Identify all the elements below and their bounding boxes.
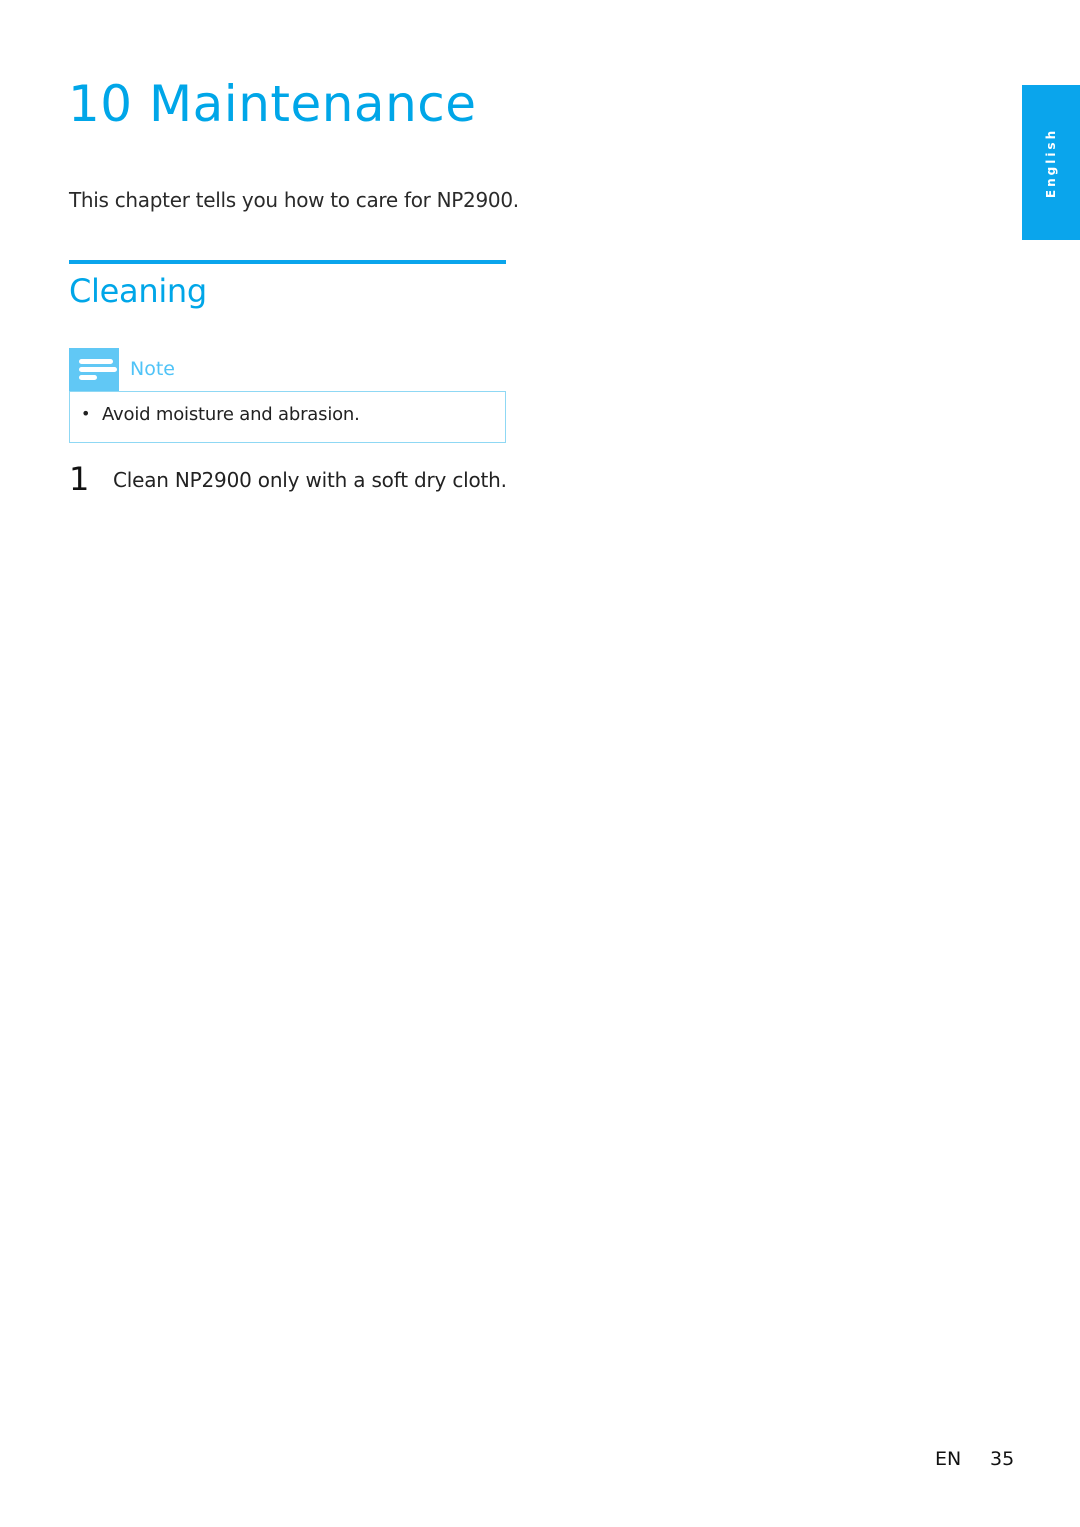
- step-number: 1: [69, 460, 90, 498]
- bullet-icon: •: [81, 404, 91, 423]
- language-tab: English: [1022, 85, 1080, 240]
- chapter-title: 10 Maintenance: [68, 75, 477, 133]
- note-body: • Avoid moisture and abrasion.: [69, 391, 506, 443]
- note-lines-icon: [69, 348, 119, 391]
- language-tab-label: English: [1044, 127, 1058, 198]
- note-item: Avoid moisture and abrasion.: [102, 404, 360, 425]
- chapter-intro: This chapter tells you how to care for N…: [69, 188, 519, 212]
- note-header: Note: [69, 348, 506, 391]
- section-divider: [69, 260, 506, 264]
- step-text: Clean NP2900 only with a soft dry cloth.: [113, 468, 507, 492]
- note-box: Note • Avoid moisture and abrasion.: [69, 348, 506, 443]
- page-number: 35: [990, 1448, 1015, 1470]
- note-label: Note: [130, 358, 175, 380]
- section-title: Cleaning: [69, 272, 207, 310]
- footer-language: EN: [935, 1448, 962, 1470]
